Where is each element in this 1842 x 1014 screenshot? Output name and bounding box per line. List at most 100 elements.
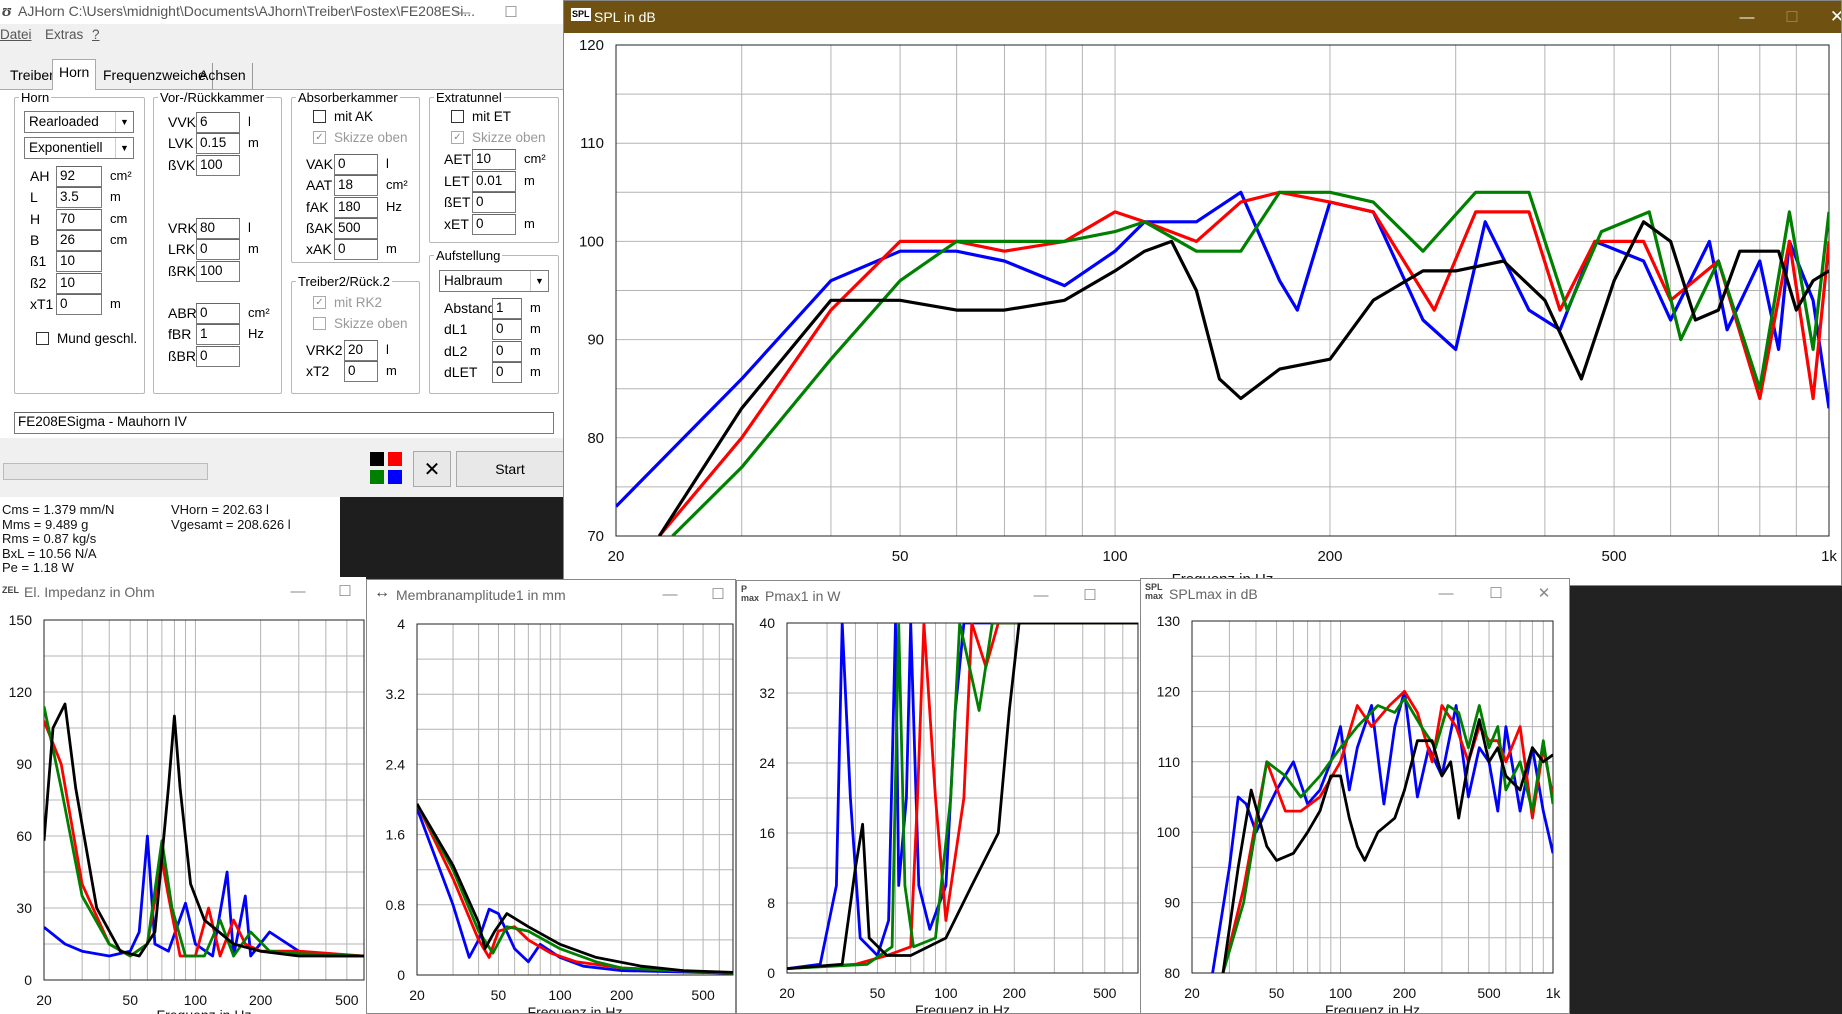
- field-input[interactable]: 10: [472, 149, 516, 170]
- maximize-button[interactable]: ☐: [1769, 1, 1815, 33]
- maximize-button[interactable]: ☐: [1067, 581, 1113, 609]
- mit-et-label: mit ET: [472, 109, 511, 124]
- grid: [615, 44, 1830, 537]
- main-title: AJHorn C:\Users\midnight\Documents\AJhor…: [18, 3, 475, 19]
- mit-ak-checkbox[interactable]: mit AK: [313, 109, 373, 124]
- et-skizze-checkbox[interactable]: ✓ Skizze oben: [451, 130, 546, 145]
- aufstellung-select[interactable]: Halbraum ▼: [439, 270, 549, 292]
- field-input[interactable]: 10: [56, 251, 102, 273]
- y-tick-label: 3.2: [386, 686, 406, 702]
- x-tick-label: 50: [491, 987, 507, 1003]
- horn-type-select[interactable]: Rearloaded ▼: [24, 111, 134, 133]
- field-input[interactable]: 70: [56, 208, 102, 230]
- field-input[interactable]: 0: [492, 319, 522, 341]
- field-unit: m: [524, 215, 535, 231]
- field-unit: m: [248, 241, 259, 257]
- field-input[interactable]: 500: [334, 217, 378, 239]
- field-input[interactable]: 0: [334, 154, 378, 175]
- x-tick-label: 200: [1317, 548, 1342, 565]
- minimize-button[interactable]: —: [647, 580, 693, 608]
- maximize-button[interactable]: ☐: [488, 0, 534, 24]
- sketch-area: [340, 497, 564, 577]
- mit-rk2-checkbox[interactable]: ✓ mit RK2: [313, 295, 382, 310]
- field-input[interactable]: 0: [334, 239, 378, 261]
- field-input[interactable]: 20: [344, 340, 378, 361]
- y-tick-label: 60: [16, 828, 32, 844]
- series-line: [657, 220, 1829, 536]
- color-legend-icon[interactable]: [370, 452, 404, 486]
- y-tick-label: 24: [759, 755, 775, 771]
- field-input[interactable]: 26: [56, 229, 102, 251]
- maximize-button[interactable]: ☐: [695, 580, 735, 608]
- y-tick-label: 90: [587, 332, 604, 349]
- field-input[interactable]: 100: [196, 154, 240, 176]
- minimize-button[interactable]: —: [1018, 581, 1064, 609]
- mit-et-checkbox[interactable]: mit ET: [451, 109, 511, 124]
- mouth-closed-checkbox[interactable]: Mund geschl.: [36, 331, 137, 346]
- spl-titlebar[interactable]: SPL SPL in dB — ☐ ✕: [564, 1, 1841, 33]
- menu-help[interactable]: ?: [92, 27, 100, 42]
- field-input[interactable]: 6: [196, 112, 240, 133]
- minimize-button[interactable]: —: [1423, 579, 1469, 607]
- field-input[interactable]: 180: [334, 196, 378, 218]
- field-input[interactable]: 0.01: [472, 170, 516, 192]
- field-input[interactable]: 3.5: [56, 187, 102, 209]
- field-input[interactable]: 0: [344, 361, 378, 383]
- mouth-closed-label: Mund geschl.: [57, 331, 138, 346]
- y-tick-label: 40: [759, 615, 775, 631]
- horn-profile-select[interactable]: Exponentiell ▼: [24, 137, 134, 159]
- field-input[interactable]: 92: [56, 166, 102, 187]
- field-input[interactable]: 0: [492, 361, 522, 383]
- field-input[interactable]: 0.15: [196, 133, 240, 155]
- field-input[interactable]: 18: [334, 175, 378, 197]
- grid: [416, 623, 734, 976]
- x-tick-label: 50: [1269, 985, 1285, 1001]
- field-input[interactable]: 0: [472, 213, 516, 235]
- pmax-titlebar[interactable]: P max Pmax1 in W — ☐: [737, 581, 1140, 609]
- field-input[interactable]: 0: [196, 303, 240, 324]
- ak-skizze-checkbox[interactable]: ✓ Skizze oben: [313, 130, 408, 145]
- close-button[interactable]: ✕: [1521, 579, 1567, 607]
- mit-rk2-label: mit RK2: [334, 295, 383, 310]
- field-input[interactable]: 1: [196, 324, 240, 346]
- minimize-button[interactable]: —: [440, 0, 486, 24]
- field-label: ß1: [30, 253, 47, 270]
- field-input[interactable]: 0: [492, 340, 522, 362]
- field-label: ßRK: [168, 262, 196, 279]
- description-field[interactable]: FE208ESigma - Mauhorn IV: [14, 412, 554, 434]
- progress-bar: [3, 463, 208, 480]
- membrane-titlebar[interactable]: ↔ Membranamplitude1 in mm — ☐: [367, 580, 735, 608]
- y-tick-label: 80: [587, 430, 604, 447]
- field-input[interactable]: 10: [56, 272, 102, 294]
- start-button[interactable]: Start: [456, 451, 563, 487]
- field-label: VRK: [168, 220, 197, 236]
- field-label: ßVK: [168, 156, 196, 173]
- y-tick-label: 4: [397, 616, 405, 632]
- menu-extras[interactable]: Extras: [45, 27, 83, 42]
- field-input[interactable]: 100: [196, 260, 240, 282]
- rk2-skizze-checkbox[interactable]: Skizze oben: [313, 316, 408, 331]
- field-input[interactable]: 0: [196, 345, 240, 367]
- field-input[interactable]: 0: [472, 192, 516, 213]
- field-label: xAK: [306, 241, 332, 258]
- tab-horn[interactable]: Horn: [52, 59, 97, 90]
- tab-achsen[interactable]: Achsen: [193, 63, 253, 89]
- maximize-button[interactable]: ☐: [1473, 579, 1519, 607]
- close-button[interactable]: ✕: [1814, 1, 1841, 33]
- field-input[interactable]: 1: [492, 298, 522, 319]
- rk2-skizze-label: Skizze oben: [334, 316, 408, 331]
- field-input[interactable]: 0: [196, 239, 240, 261]
- field-unit: m: [110, 295, 121, 311]
- field-input[interactable]: 0: [56, 293, 102, 315]
- minimize-button[interactable]: —: [1724, 1, 1770, 33]
- x-tick-label: 200: [610, 987, 634, 1003]
- clear-button[interactable]: ✕: [413, 451, 451, 487]
- main-titlebar[interactable]: ʊ AJHorn C:\Users\midnight\Documents\AJh…: [0, 0, 563, 24]
- field-label: xET: [444, 215, 469, 232]
- field-input[interactable]: 80: [196, 218, 240, 239]
- minimize-button[interactable]: —: [275, 577, 321, 605]
- impedance-titlebar[interactable]: ZEL El. Impedanz in Ohm — ☐: [0, 577, 366, 605]
- maximize-button[interactable]: ☐: [322, 577, 366, 605]
- splmax-titlebar[interactable]: SPL max SPLmax in dB — ☐ ✕: [1141, 579, 1569, 607]
- menu-datei[interactable]: Datei: [0, 27, 32, 42]
